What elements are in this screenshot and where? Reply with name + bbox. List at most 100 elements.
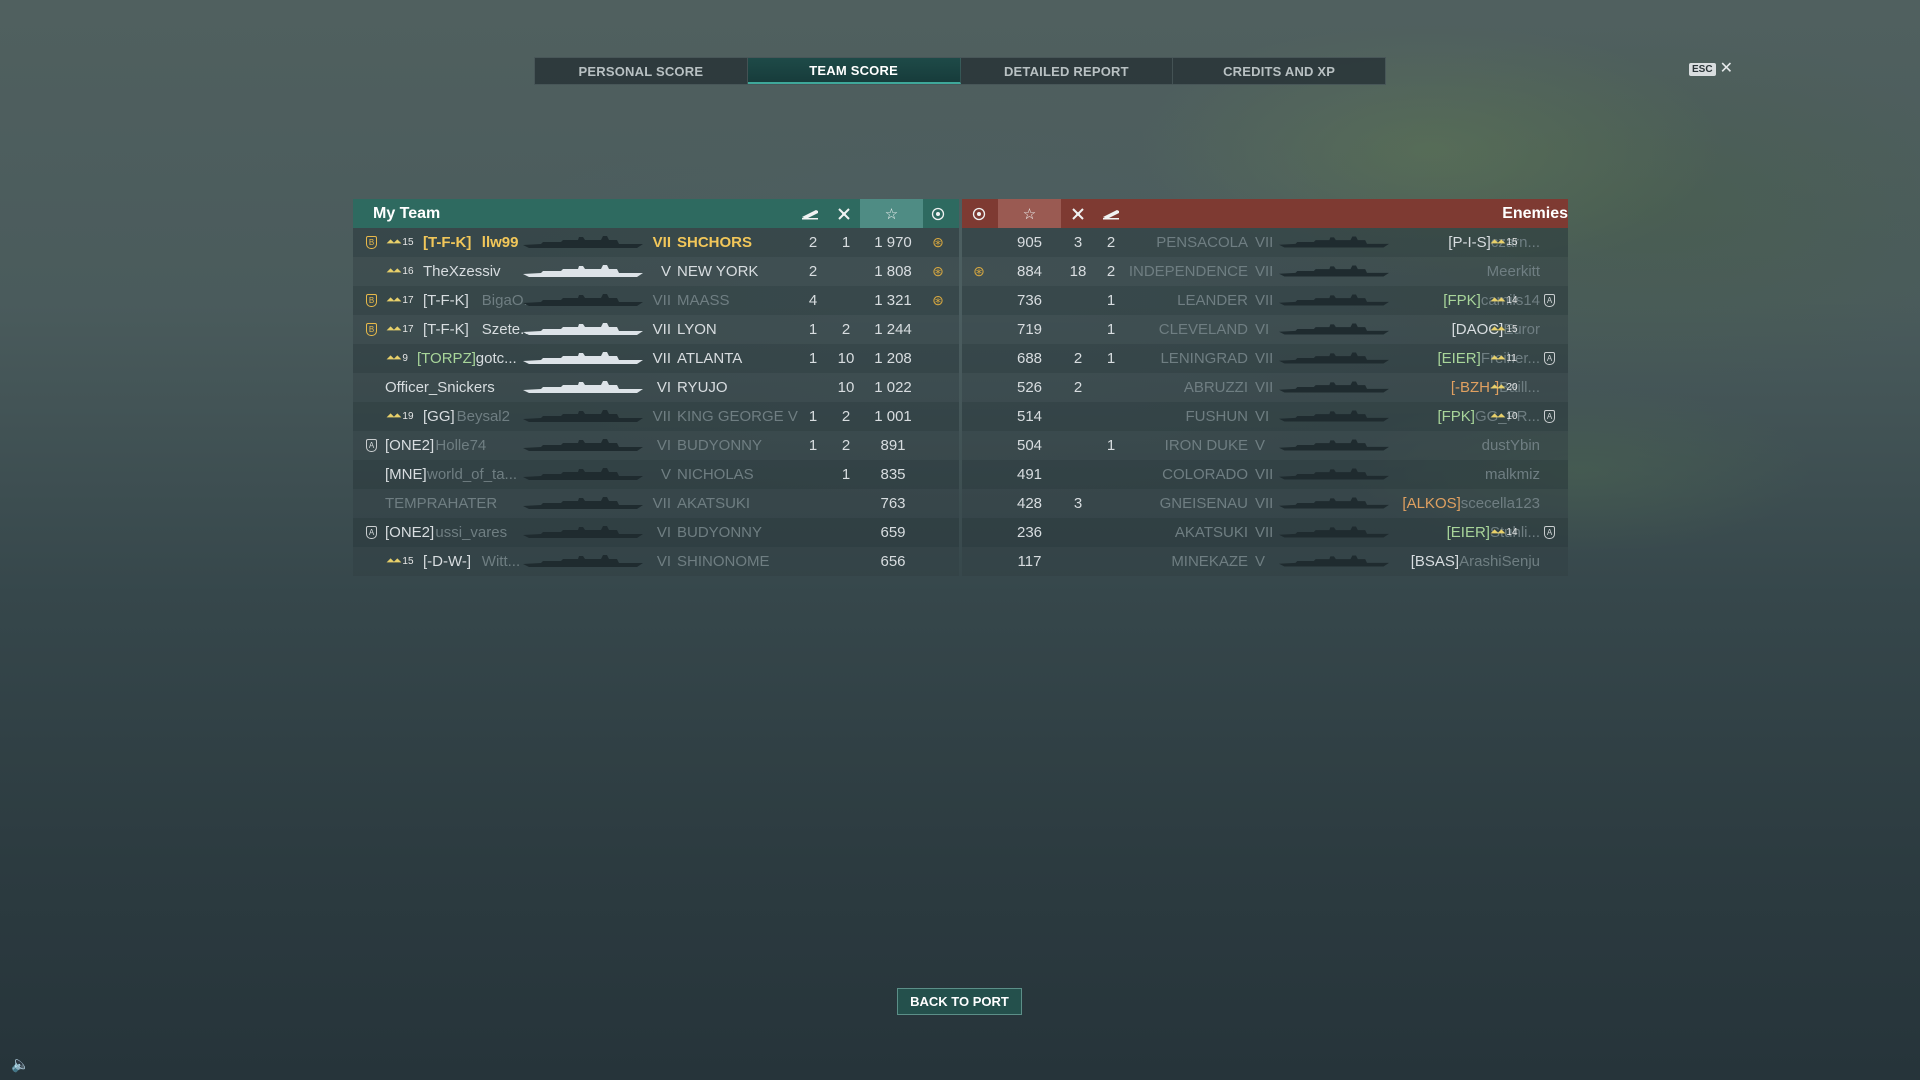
rank-number: 20 <box>1506 382 1518 393</box>
enemy-row[interactable]: 719 1 CLEVELAND VI [DAOC]Euror ⏶⏶ 15 <box>962 315 1568 344</box>
ship-kills: 4 <box>808 292 818 309</box>
player-name: dustYbin <box>1481 437 1540 454</box>
player-row[interactable]: ⏶⏶ 16 TheXzessiv V NEW YORK 2 1 808 ⊛ <box>353 257 959 286</box>
my-team-title: My Team <box>373 205 441 222</box>
clan-tag: [P-I-S] <box>1448 234 1491 251</box>
rank-indicator: ⏶⏶ 9 <box>386 344 408 373</box>
player-row[interactable]: B ⏶⏶ 17 [T-F-K] BigaO... VII MAASS 4 1 321 ⊛ <box>353 286 959 315</box>
enemy-row[interactable]: 428 3 GNEISENAU VII [ALKOS]scecella123 <box>962 489 1568 518</box>
tab-personal-score[interactable]: PERSONAL SCORE <box>535 58 748 84</box>
player-row[interactable]: A [ONE2] ussi_vares VI BUDYONNY 659 <box>353 518 959 547</box>
ship-tier: VII <box>1255 292 1274 309</box>
player-row[interactable]: ⏶⏶ 15 [-D-W-] Witt... VI SHINONOME 656 <box>353 547 959 576</box>
player-row[interactable]: A [ONE2] Holle74 VI BUDYONNY 1 2 891 <box>353 431 959 460</box>
enemy-row[interactable]: 736 1 LEANDER VII [FPK]camils14 ⏶⏶ 14 A <box>962 286 1568 315</box>
base-xp-score: 763 <box>880 495 906 512</box>
ship-tier: V <box>1255 437 1266 454</box>
ship-name: AKATSUKI <box>677 495 751 512</box>
base-xp-score: 526 <box>1016 379 1043 396</box>
top-player-ribbon-icon: ⊛ <box>973 263 985 279</box>
player-name: Beysal2 <box>456 408 510 425</box>
player-row[interactable]: Officer_Snickers VI RYUJO 10 1 022 <box>353 373 959 402</box>
rank-indicator: ⏶⏶ 10 <box>1490 402 1518 431</box>
ship-tier: VI <box>656 524 671 541</box>
enemies-list: 905 3 2 PENSACOLA VII [P-I-S]czarn... ⏶⏶ 15 ⊛ 88… <box>962 228 1568 576</box>
enemy-row[interactable]: 236 AKATSUKI VII [EIER]Stuhli... ⏶⏶ 14 A <box>962 518 1568 547</box>
player-row[interactable]: TEMPRAHATER VII AKATSUKI 763 <box>353 489 959 518</box>
back-to-port-button[interactable]: BACK TO PORT <box>897 988 1022 1015</box>
ship-kills <box>798 460 828 489</box>
ship-silhouette-icon <box>523 524 643 544</box>
clan-tag: [ALKOS] <box>1402 495 1461 512</box>
enemy-row[interactable]: ⊛ 884 18 2 INDEPENDENCE VII Meerkitt <box>962 257 1568 286</box>
base-xp-score: 688 <box>1016 350 1043 367</box>
base-xp-score: 891 <box>880 437 906 454</box>
base-xp-score: 656 <box>880 553 906 570</box>
player-identity: malkmiz <box>1382 460 1540 489</box>
enemy-row[interactable]: 504 1 IRON DUKE VdustYbin <box>962 431 1568 460</box>
clan-tag: [ONE2] <box>385 437 435 454</box>
ship-silhouette-icon <box>523 292 643 312</box>
player-row[interactable]: ⏶⏶ 19 [GG] Beysal2 VII KING GEORGE V 1 2 1 001 <box>353 402 959 431</box>
rank-chevron-icon: ⏶⏶ <box>1490 352 1506 364</box>
tab-credits-and-xp[interactable]: CREDITS AND XP <box>1173 58 1385 84</box>
player-name: TEMPRAHATER <box>385 495 498 512</box>
my-team-header: My Team ☆ <box>353 199 959 228</box>
ship-tier: VII <box>1255 466 1274 483</box>
ship-silhouette-icon <box>523 495 643 515</box>
tab-detailed-report[interactable]: DETAILED REPORT <box>961 58 1174 84</box>
ship-name: COLORADO <box>1162 466 1248 483</box>
base-xp-score: 428 <box>1016 495 1043 512</box>
player-row[interactable]: B ⏶⏶ 17 [T-F-K] Szete... VII LYON 1 2 1 244 <box>353 315 959 344</box>
rank-number: 14 <box>1506 295 1518 306</box>
clan-badge-icon: A <box>1544 294 1555 307</box>
enemy-row[interactable]: 905 3 2 PENSACOLA VII [P-I-S]czarn... ⏶⏶ 15 <box>962 228 1568 257</box>
rank-indicator: ⏶⏶ 15 <box>1490 315 1518 344</box>
player-name: gotc... <box>475 350 517 367</box>
ship-name: AKATSUKI <box>1174 524 1248 541</box>
ship-name: MINEKAZE <box>1171 553 1248 570</box>
ship-tier: VII <box>652 408 671 425</box>
base-xp-score: 491 <box>1016 466 1043 483</box>
ribbon-icon <box>923 199 953 228</box>
plane-kills <box>831 518 861 547</box>
base-xp-score: 719 <box>1016 321 1043 338</box>
base-xp-score: 1 208 <box>874 350 912 367</box>
player-name: ussi_vares <box>435 524 508 541</box>
player-name: world_of_ta... <box>427 466 518 483</box>
plane-kills: 3 <box>1073 234 1083 251</box>
clan-tag: [GG] <box>423 408 455 425</box>
enemy-row[interactable]: 491 COLORADO VII malkmiz <box>962 460 1568 489</box>
plane-kills <box>1064 547 1092 576</box>
ship-silhouette-icon <box>1279 408 1389 428</box>
rank-chevron-icon: ⏶⏶ <box>386 410 402 422</box>
enemy-row[interactable]: 526 2 ABRUZZI VII [-BZH-]Baill... ⏶⏶ 20 <box>962 373 1568 402</box>
rank-indicator: ⏶⏶ 14 <box>1490 286 1518 315</box>
enemy-row[interactable]: 117 MINEKAZE V [BSAS]ArashiSenju <box>962 547 1568 576</box>
plane-kills: 1 <box>841 466 851 483</box>
rank-indicator: ⏶⏶ 15 <box>386 547 414 576</box>
enemy-row[interactable]: 514 FUSHUN VI [FPK]GG_PR... ⏶⏶ 10 A <box>962 402 1568 431</box>
close-button[interactable]: ESC ✕ <box>1689 61 1733 77</box>
rank-indicator: ⏶⏶ 17 <box>386 315 414 344</box>
tab-team-score[interactable]: TEAM SCORE <box>747 58 961 84</box>
plane-kills: 2 <box>841 321 851 338</box>
rank-number: 15 <box>1506 324 1518 335</box>
plane-kills: 2 <box>841 437 851 454</box>
sound-icon[interactable]: 🔈 <box>11 1055 30 1073</box>
player-name: Witt... <box>481 553 521 570</box>
ship-kills: 1 <box>808 437 818 454</box>
player-row[interactable]: B ⏶⏶ 15 [T-F-K] llw99 VII SHCHORS 2 1 1 970 ⊛ <box>353 228 959 257</box>
player-row[interactable]: [MNE] world_of_ta... V NICHOLAS 1 835 <box>353 460 959 489</box>
ship-silhouette-icon <box>523 437 643 457</box>
plane-kills: 3 <box>1073 495 1083 512</box>
clan-badge-icon: A <box>366 526 377 539</box>
ship-tier: VI <box>1255 321 1270 338</box>
enemy-row[interactable]: 688 2 1 LENINGRAD VII [EIER]Freiher... ⏶⏶ 11 A <box>962 344 1568 373</box>
player-name: TheXzessiv <box>423 263 501 280</box>
player-name: llw99 <box>481 234 519 251</box>
clan-tag: [T-F-K] <box>423 321 469 338</box>
player-row[interactable]: ⏶⏶ 9 [TORPZ] gotc... VII ATLANTA 1 10 1 208 <box>353 344 959 373</box>
rank-number: 17 <box>402 324 414 335</box>
team-score-board: My Team ☆ ☆ Enemies B ⏶⏶ 15 [T-F-K] llw9… <box>353 199 1568 576</box>
